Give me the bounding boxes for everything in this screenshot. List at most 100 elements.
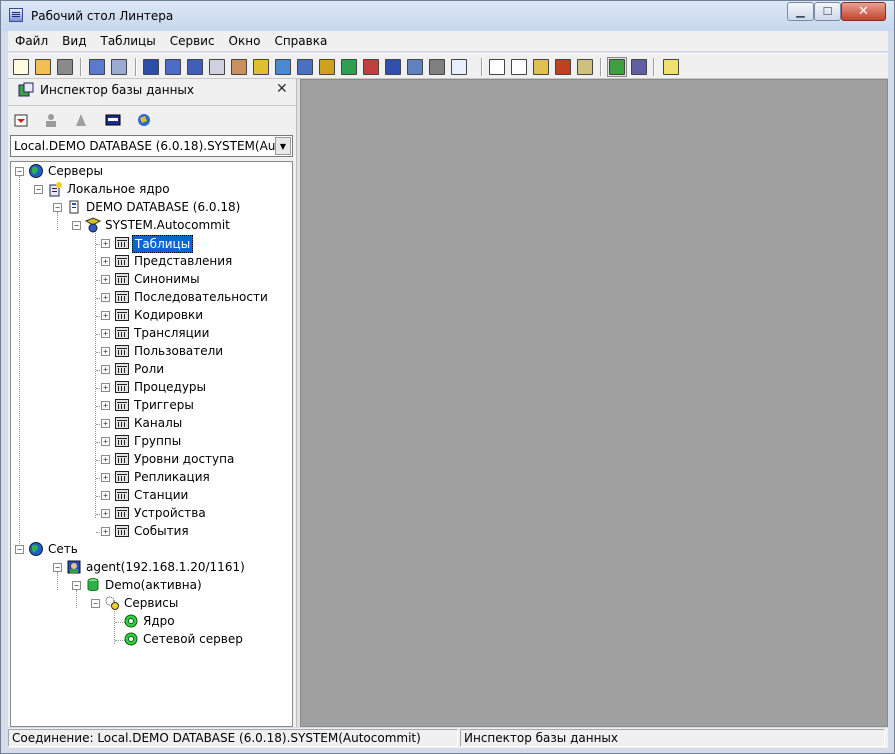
menu-view[interactable]: Вид: [55, 31, 93, 51]
menu-service[interactable]: Сервис: [163, 31, 222, 51]
expand-icon[interactable]: +: [101, 329, 110, 338]
tree-node-label[interactable]: Последовательности: [132, 289, 270, 305]
expand-icon[interactable]: +: [101, 365, 110, 374]
network-button[interactable]: [295, 57, 315, 77]
expand-icon[interactable]: +: [101, 293, 110, 302]
maximize-button[interactable]: ☐: [814, 2, 841, 21]
properties-button[interactable]: [103, 110, 123, 130]
tree-node-label[interactable]: Представления: [132, 253, 234, 269]
expand-icon[interactable]: +: [101, 473, 110, 482]
tree-node-label[interactable]: Пользователи: [132, 343, 225, 359]
tree-node-label[interactable]: Локальное ядро: [65, 181, 172, 197]
collapse-icon[interactable]: −: [53, 203, 62, 212]
globe-button[interactable]: [134, 110, 154, 130]
tree-button[interactable]: [339, 57, 359, 77]
inspector-button[interactable]: [607, 57, 627, 77]
bug-button[interactable]: [553, 57, 573, 77]
user-button[interactable]: [41, 110, 61, 130]
add-connection-button[interactable]: [11, 110, 31, 130]
expand-icon[interactable]: +: [101, 509, 110, 518]
title-bar[interactable]: Рабочий стол Линтера ▁ ☐ ✕: [1, 1, 894, 31]
expand-icon[interactable]: +: [101, 401, 110, 410]
tree-node-label[interactable]: Уровни доступа: [132, 451, 236, 467]
minimize-button[interactable]: ▁: [787, 2, 814, 21]
grid-button[interactable]: [383, 57, 403, 77]
star-button[interactable]: [317, 57, 337, 77]
sql-run-button[interactable]: [531, 57, 551, 77]
tree-node-label[interactable]: Станции: [132, 487, 190, 503]
view-button[interactable]: [163, 57, 183, 77]
collapse-icon[interactable]: −: [34, 185, 43, 194]
expand-icon[interactable]: +: [101, 275, 110, 284]
sequence-button[interactable]: [207, 57, 227, 77]
tree-node-label[interactable]: DEMO DATABASE (6.0.18): [84, 199, 242, 215]
chevron-down-icon[interactable]: ▼: [275, 137, 291, 155]
object-tree[interactable]: − Серверы − Локальное ядро − DEMO DATABASE (6…: [10, 161, 293, 727]
connection-select[interactable]: Local.DEMO DATABASE (6.0.18).SYSTEM(Auto…: [10, 135, 293, 157]
toolbar-separator: [653, 58, 655, 76]
tree-node-label[interactable]: Группы: [132, 433, 183, 449]
tree-node-label[interactable]: SYSTEM.Autocommit: [103, 217, 232, 233]
tree-node-label[interactable]: Таблицы: [132, 235, 194, 253]
refresh-button[interactable]: [71, 110, 91, 130]
menu-tables[interactable]: Таблицы: [93, 31, 162, 51]
collapse-icon[interactable]: −: [72, 221, 81, 230]
collapse-icon[interactable]: −: [72, 581, 81, 590]
new-button[interactable]: [11, 57, 31, 77]
users-button[interactable]: [229, 57, 249, 77]
calendar-button[interactable]: [449, 57, 469, 77]
globe-button[interactable]: [273, 57, 293, 77]
tree-node-label[interactable]: Серверы: [46, 163, 105, 179]
tree-node-label[interactable]: Ядро: [141, 613, 177, 629]
copy-button[interactable]: [405, 57, 425, 77]
expand-icon[interactable]: +: [101, 239, 110, 248]
tree-node-label[interactable]: Demo(активна): [103, 577, 204, 593]
hourglass-button[interactable]: [575, 57, 595, 77]
tree-node-label[interactable]: Каналы: [132, 415, 184, 431]
tree-node-label[interactable]: Триггеры: [132, 397, 196, 413]
expand-icon[interactable]: +: [101, 383, 110, 392]
synonym-button[interactable]: [185, 57, 205, 77]
connect-button[interactable]: [87, 57, 107, 77]
expand-icon[interactable]: +: [101, 455, 110, 464]
tree-node-label[interactable]: Синонимы: [132, 271, 202, 287]
tree-node-label[interactable]: Роли: [132, 361, 166, 377]
disabled-button[interactable]: [55, 57, 75, 77]
collapse-icon[interactable]: −: [53, 563, 62, 572]
tree-node-label[interactable]: Сеть: [46, 541, 80, 557]
expand-icon[interactable]: +: [101, 527, 110, 536]
disconnect-button[interactable]: [109, 57, 129, 77]
expand-icon[interactable]: +: [101, 311, 110, 320]
stack-button[interactable]: [361, 57, 381, 77]
expand-icon[interactable]: +: [101, 347, 110, 356]
sql-query-button[interactable]: [509, 57, 529, 77]
print-button[interactable]: [427, 57, 447, 77]
expand-icon[interactable]: +: [101, 257, 110, 266]
tree-node-label[interactable]: Трансляции: [132, 325, 211, 341]
collapse-icon[interactable]: −: [91, 599, 100, 608]
roles-button[interactable]: [251, 57, 271, 77]
close-button[interactable]: ✕: [841, 2, 886, 21]
tree-node-label[interactable]: Репликация: [132, 469, 212, 485]
open-button[interactable]: [33, 57, 53, 77]
tree-node-label[interactable]: Сервисы: [122, 595, 180, 611]
tree-node-label[interactable]: Кодировки: [132, 307, 205, 323]
collapse-icon[interactable]: −: [15, 167, 24, 176]
collapse-icon[interactable]: −: [15, 545, 24, 554]
menu-file[interactable]: Файл: [8, 31, 55, 51]
menu-window[interactable]: Окно: [222, 31, 268, 51]
tree-node-label[interactable]: Устройства: [132, 505, 208, 521]
tree-node-label[interactable]: Процедуры: [132, 379, 208, 395]
tree-node-label[interactable]: agent(192.168.1.20/1161): [84, 559, 247, 575]
monitor-button[interactable]: [629, 57, 649, 77]
tree-node-label[interactable]: Сетевой сервер: [141, 631, 245, 647]
menu-help[interactable]: Справка: [267, 31, 334, 51]
expand-icon[interactable]: +: [101, 419, 110, 428]
table-button[interactable]: [141, 57, 161, 77]
tree-node-label[interactable]: События: [132, 523, 191, 539]
expand-icon[interactable]: +: [101, 491, 110, 500]
edit-button[interactable]: [661, 57, 681, 77]
expand-icon[interactable]: +: [101, 437, 110, 446]
sql-button[interactable]: [487, 57, 507, 77]
panel-close-button[interactable]: ✕: [276, 81, 288, 97]
